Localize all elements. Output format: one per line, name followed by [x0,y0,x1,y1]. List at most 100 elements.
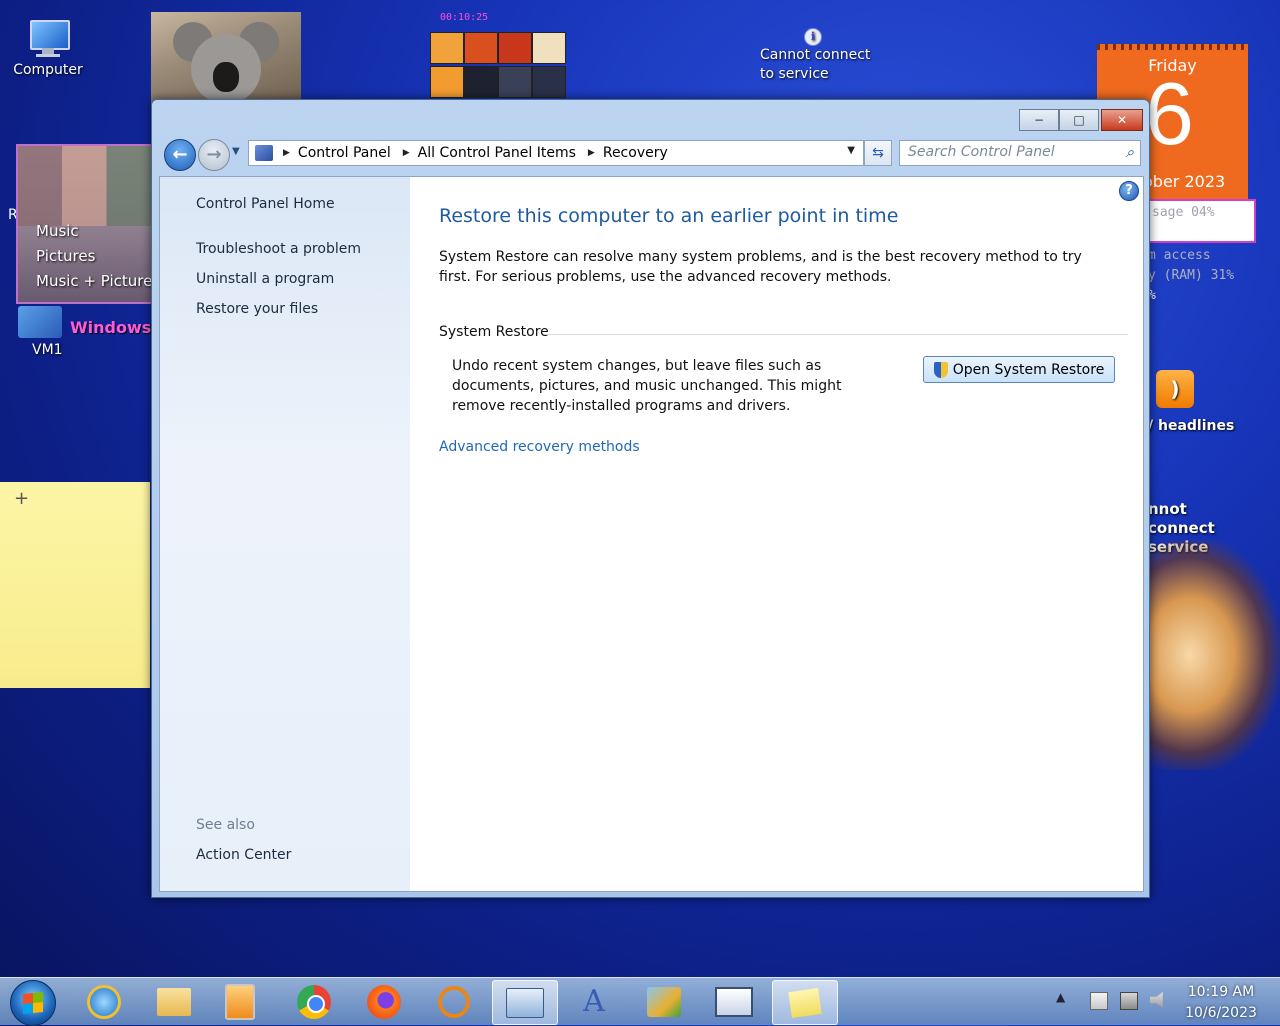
section-divider [546,334,1128,335]
clock-date: 10/6/2023 [1185,1005,1257,1021]
recent-pages-dropdown[interactable]: ▼ [232,146,240,157]
open-system-restore-label: Open System Restore [952,361,1105,378]
tray-expand-button[interactable]: ▲ [1056,990,1065,1004]
page-description: System Restore can resolve many system p… [439,249,1082,285]
folder-icon [157,987,191,1016]
media-player-icon [225,983,255,1020]
breadcrumb-all-items[interactable]: All Control Panel Items [418,145,576,161]
breadcrumb-separator-icon[interactable]: ▶ [403,148,410,158]
puzzle-grid[interactable] [430,32,566,98]
breadcrumb-recovery[interactable]: Recovery [603,145,668,161]
control-panel-home-link[interactable]: Control Panel Home [196,196,335,212]
weather-gadget[interactable]: i Cannot connect to service [760,28,880,84]
uac-shield-icon [933,361,948,378]
computer-desktop-icon[interactable]: Computer [8,18,88,78]
sticky-note-gadget[interactable]: + [0,482,150,688]
wallpaper-jellyfish [1130,540,1280,770]
info-icon: i [804,28,822,46]
taskbar-internet-explorer[interactable] [72,980,136,1023]
calendar-date: 6 [1145,64,1194,163]
taskbar-remote-desktop[interactable] [702,980,766,1023]
close-button[interactable]: ✕ [1101,109,1143,131]
advanced-recovery-link[interactable]: Advanced recovery methods [439,439,640,455]
refresh-icon: ⇆ [872,145,884,161]
troubleshoot-link[interactable]: Troubleshoot a problem [196,241,361,257]
see-also-heading: See also [196,817,255,833]
system-restore-heading: System Restore [439,324,549,340]
back-button[interactable]: ← [164,139,196,171]
sticky-add-button[interactable]: + [14,488,29,509]
minimize-icon: − [1033,113,1045,127]
chevron-up-icon: ▲ [1056,990,1066,1004]
help-icon: ? [1125,183,1133,198]
computer-icon [24,18,72,58]
calendar-month: ober 2023 [1143,172,1226,191]
vm-icon [18,306,62,338]
media-item-pictures[interactable]: Pictures [36,247,95,265]
system-restore-description: Undo recent system changes, but leave fi… [452,358,842,414]
media-gadget[interactable]: Music Pictures Music + Pictures [16,144,160,304]
refresh-button[interactable]: ⇆ [864,140,892,166]
uninstall-program-link[interactable]: Uninstall a program [196,271,334,287]
rss-gadget[interactable]: ) / headlines [1148,370,1234,434]
help-button[interactable]: ? [1119,181,1139,201]
settings-tool-icon [647,986,681,1017]
search-icon[interactable]: ⌕ [1126,143,1134,161]
magnifier-icon [438,985,470,1018]
clock-time: 10:19 AM [1187,984,1255,1000]
rss-label: / headlines [1148,418,1235,434]
control-panel-window-icon [506,987,544,1018]
ram-line3: % [1148,288,1156,303]
action-center-flag-icon[interactable] [1090,992,1108,1010]
cpu-usage: sage 04% [1152,205,1215,220]
control-panel-icon [255,145,273,161]
media-item-music[interactable]: Music [36,222,79,240]
firefox-icon [367,984,401,1019]
network-icon[interactable] [1120,992,1138,1010]
system-clock[interactable]: 10:19 AM 10/6/2023 [1176,982,1266,1024]
taskbar-firefox[interactable] [352,980,416,1023]
forward-button[interactable]: → [198,139,230,171]
action-center-link[interactable]: Action Center [196,847,291,863]
search-box[interactable]: ⌕ [899,140,1141,166]
restore-files-link[interactable]: Restore your files [196,301,318,317]
taskbar-search-tool[interactable] [422,980,486,1023]
vm-icon-label: VM1 [32,342,63,358]
taskbar-sticky-notes[interactable] [772,980,838,1025]
minimize-button[interactable]: − [1019,109,1059,131]
breadcrumb-control-panel[interactable]: Control Panel [298,145,391,161]
maximize-button[interactable]: □ [1059,109,1099,131]
start-button[interactable] [10,980,56,1026]
vm-windows-badge: Windows [70,318,152,337]
search-input[interactable] [908,144,1108,160]
volume-muted-icon[interactable] [1150,992,1163,1008]
taskbar-control-panel[interactable] [492,980,558,1025]
breadcrumb-separator-icon[interactable]: ▶ [588,148,595,158]
breadcrumb-separator-icon[interactable]: ▶ [283,148,290,158]
taskbar: A ▲ 10:19 AM 10/6/2023 [0,977,1280,1026]
weather-status: Cannot connect to service [760,47,871,82]
recovery-window[interactable]: − □ ✕ ← → ▼ ▶ Control Panel ▶ All Contro… [151,99,1150,898]
ram-meter-gadget: m access y (RAM) 31% % [1148,246,1280,306]
address-dropdown-icon[interactable]: ▼ [847,145,855,156]
taskbar-chrome[interactable] [282,980,346,1023]
taskbar-settings-tool[interactable] [632,980,696,1023]
sticky-notes-icon [788,987,822,1018]
media-gadget-tiles [18,146,152,226]
cpu-meter-gadget: sage 04% [1148,199,1256,243]
open-system-restore-button[interactable]: Open System Restore [923,356,1115,383]
page-title: Restore this computer to an earlier poin… [439,205,899,227]
taskbar-font-tool[interactable]: A [562,980,626,1023]
internet-explorer-icon [87,984,121,1019]
slideshow-gadget[interactable] [151,12,301,112]
picture-puzzle-gadget[interactable]: 00:10:25 [428,12,568,98]
chevron-down-icon: ▼ [232,146,240,157]
puzzle-timer: 00:10:25 [440,12,489,23]
computer-icon-label: Computer [13,62,83,78]
taskbar-file-explorer[interactable] [142,980,206,1023]
taskbar-media-player[interactable] [208,980,272,1023]
media-item-music-pictures[interactable]: Music + Pictures [36,272,160,290]
windows-logo-icon [23,991,43,1015]
ram-line2: y (RAM) 31% [1148,268,1235,283]
address-bar[interactable]: ▶ Control Panel ▶ All Control Panel Item… [248,140,864,166]
